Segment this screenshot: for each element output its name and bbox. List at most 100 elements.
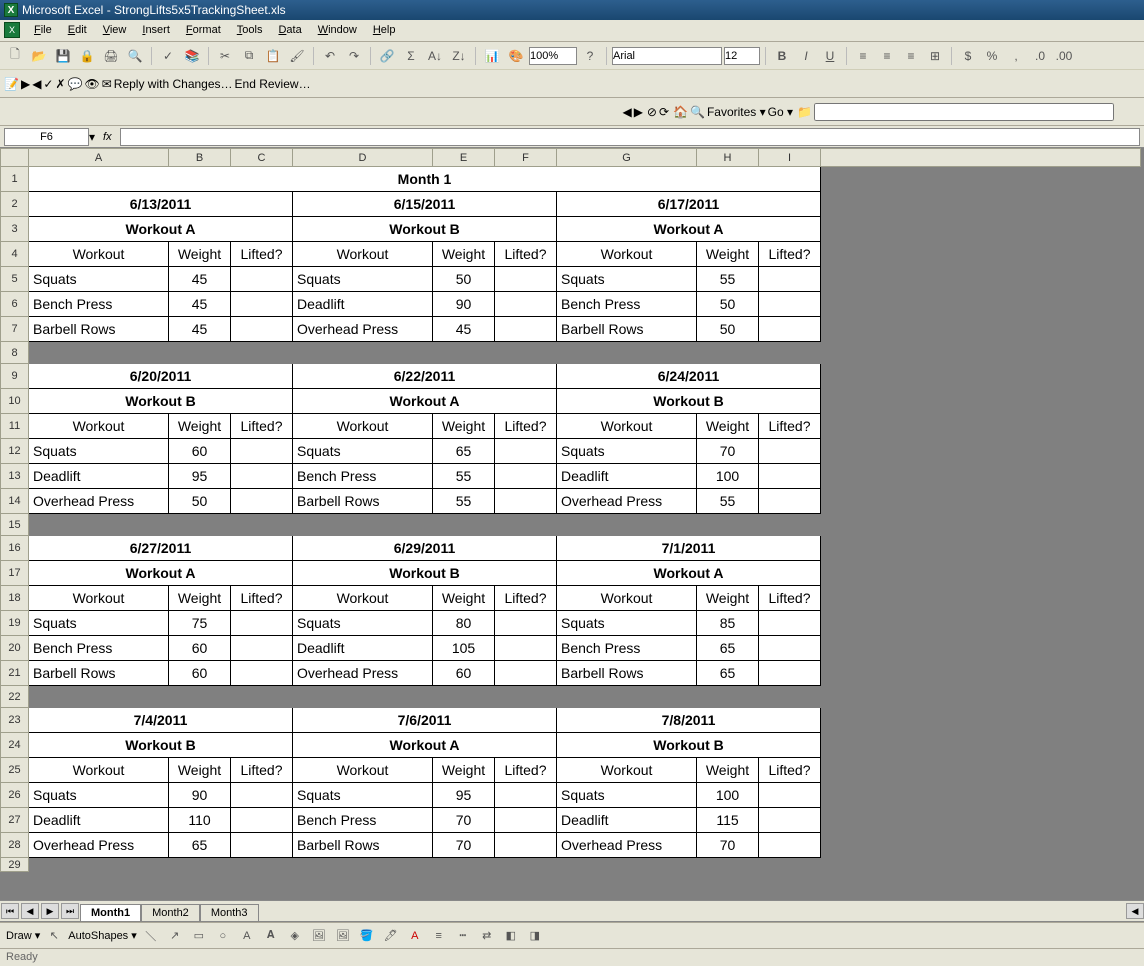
workout-name-cell[interactable]: Workout B <box>293 217 557 242</box>
hdr-workout[interactable]: Workout <box>557 414 697 439</box>
lifted-cell[interactable] <box>231 489 293 514</box>
review-icon[interactable]: 📝 <box>4 77 19 91</box>
workout-name-cell[interactable]: Workout B <box>557 389 821 414</box>
row-header-13[interactable]: 13 <box>1 464 29 489</box>
menu-data[interactable]: Data <box>270 22 309 39</box>
oval-icon[interactable]: ○ <box>213 926 233 946</box>
weight-cell[interactable]: 105 <box>433 636 495 661</box>
row-header-2[interactable]: 2 <box>1 192 29 217</box>
merge-center-icon[interactable]: ⊞ <box>925 46 945 66</box>
lifted-cell[interactable] <box>759 464 821 489</box>
col-header-A[interactable]: A <box>29 149 169 167</box>
lifted-cell[interactable] <box>231 661 293 686</box>
hdr-lifted[interactable]: Lifted? <box>231 242 293 267</box>
menu-tools[interactable]: Tools <box>229 22 271 39</box>
row-header-18[interactable]: 18 <box>1 586 29 611</box>
lifted-cell[interactable] <box>495 661 557 686</box>
hdr-weight[interactable]: Weight <box>169 586 231 611</box>
review-reject-icon[interactable]: ✗ <box>55 77 65 91</box>
row-header-17[interactable]: 17 <box>1 561 29 586</box>
zoom-combo[interactable] <box>529 47 577 65</box>
row-header-16[interactable]: 16 <box>1 536 29 561</box>
review-accept-icon[interactable]: ✓ <box>43 77 53 91</box>
textbox-icon[interactable]: A <box>237 926 257 946</box>
name-box[interactable]: F6 <box>4 128 89 146</box>
weight-cell[interactable]: 65 <box>697 661 759 686</box>
review-mail-icon[interactable]: ✉ <box>102 77 112 91</box>
review-prev-icon[interactable]: ◀ <box>32 77 41 91</box>
lifted-cell[interactable] <box>759 661 821 686</box>
exercise-cell[interactable]: Squats <box>29 783 169 808</box>
formula-bar[interactable] <box>120 128 1140 146</box>
row-header-22[interactable]: 22 <box>1 686 29 708</box>
hdr-workout[interactable]: Workout <box>557 586 697 611</box>
hdr-lifted[interactable]: Lifted? <box>759 586 821 611</box>
lifted-cell[interactable] <box>759 833 821 858</box>
forward-icon[interactable]: ▶ <box>634 105 643 119</box>
permission-icon[interactable]: 🔒 <box>77 46 97 66</box>
row-header-14[interactable]: 14 <box>1 489 29 514</box>
date-cell[interactable]: 6/29/2011 <box>293 536 557 561</box>
hdr-workout[interactable]: Workout <box>293 414 433 439</box>
lifted-cell[interactable] <box>759 783 821 808</box>
italic-icon[interactable]: I <box>796 46 816 66</box>
weight-cell[interactable]: 50 <box>697 292 759 317</box>
row-header-27[interactable]: 27 <box>1 808 29 833</box>
lifted-cell[interactable] <box>231 611 293 636</box>
weight-cell[interactable]: 55 <box>697 267 759 292</box>
exercise-cell[interactable]: Barbell Rows <box>293 489 433 514</box>
excel-app-icon[interactable]: X <box>4 22 20 38</box>
hdr-weight[interactable]: Weight <box>433 242 495 267</box>
lifted-cell[interactable] <box>759 292 821 317</box>
month-title[interactable]: Month 1 <box>29 167 821 192</box>
hdr-workout[interactable]: Workout <box>293 758 433 783</box>
weight-cell[interactable]: 110 <box>169 808 231 833</box>
lifted-cell[interactable] <box>495 636 557 661</box>
lifted-cell[interactable] <box>231 267 293 292</box>
end-review-button[interactable]: End Review… <box>235 77 311 91</box>
exercise-cell[interactable]: Overhead Press <box>293 661 433 686</box>
hdr-workout[interactable]: Workout <box>29 758 169 783</box>
exercise-cell[interactable]: Bench Press <box>293 464 433 489</box>
hdr-workout[interactable]: Workout <box>293 586 433 611</box>
dash-style-icon[interactable]: ┅ <box>453 926 473 946</box>
review-track-icon[interactable]: 👁 <box>85 77 100 91</box>
weight-cell[interactable]: 65 <box>697 636 759 661</box>
row-header-29[interactable]: 29 <box>1 858 29 872</box>
lifted-cell[interactable] <box>759 611 821 636</box>
weight-cell[interactable]: 100 <box>697 464 759 489</box>
col-header-I[interactable]: I <box>759 149 821 167</box>
lifted-cell[interactable] <box>495 439 557 464</box>
row-header-4[interactable]: 4 <box>1 242 29 267</box>
exercise-cell[interactable]: Overhead Press <box>557 489 697 514</box>
hdr-weight[interactable]: Weight <box>433 414 495 439</box>
lifted-cell[interactable] <box>759 267 821 292</box>
lifted-cell[interactable] <box>495 464 557 489</box>
lifted-cell[interactable] <box>231 292 293 317</box>
clipart-icon[interactable]: 🖼 <box>309 926 329 946</box>
row-header-8[interactable]: 8 <box>1 342 29 364</box>
date-cell[interactable]: 6/20/2011 <box>29 364 293 389</box>
menu-help[interactable]: Help <box>365 22 404 39</box>
date-cell[interactable]: 6/22/2011 <box>293 364 557 389</box>
select-all-corner[interactable] <box>1 149 29 167</box>
back-icon[interactable]: ◀ <box>622 105 631 119</box>
tab-first-icon[interactable]: ⏮ <box>1 903 19 919</box>
hdr-weight[interactable]: Weight <box>169 414 231 439</box>
weight-cell[interactable]: 90 <box>169 783 231 808</box>
exercise-cell[interactable]: Overhead Press <box>29 833 169 858</box>
exercise-cell[interactable]: Squats <box>557 267 697 292</box>
align-left-icon[interactable]: ≡ <box>853 46 873 66</box>
exercise-cell[interactable]: Barbell Rows <box>557 661 697 686</box>
open-icon[interactable]: 📂 <box>29 46 49 66</box>
hdr-weight[interactable]: Weight <box>169 242 231 267</box>
weight-cell[interactable]: 80 <box>433 611 495 636</box>
weight-cell[interactable]: 95 <box>433 783 495 808</box>
lifted-cell[interactable] <box>231 636 293 661</box>
copy-icon[interactable]: ⧉ <box>239 46 259 66</box>
fx-icon[interactable]: fx <box>103 131 112 143</box>
hdr-workout[interactable]: Workout <box>29 586 169 611</box>
row-header-1[interactable]: 1 <box>1 167 29 192</box>
weight-cell[interactable]: 100 <box>697 783 759 808</box>
workout-name-cell[interactable]: Workout A <box>29 561 293 586</box>
